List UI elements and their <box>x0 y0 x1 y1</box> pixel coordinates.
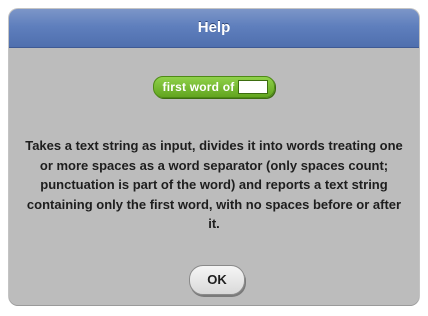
ok-button-label: OK <box>207 272 227 287</box>
ok-button[interactable]: OK <box>189 265 245 295</box>
block-label: first word of <box>162 80 235 94</box>
first-word-of-reporter-block: first word of <box>152 76 276 98</box>
block-example: first word of <box>9 76 419 98</box>
dialog-body: first word of Takes a text string as inp… <box>9 48 419 305</box>
text-input-slot <box>238 80 269 94</box>
help-dialog: Help first word of Takes a text string a… <box>9 9 419 305</box>
help-description: Takes a text string as input, divides it… <box>25 138 403 231</box>
dialog-title: Help <box>197 19 231 36</box>
dialog-titlebar[interactable]: Help <box>9 9 419 48</box>
